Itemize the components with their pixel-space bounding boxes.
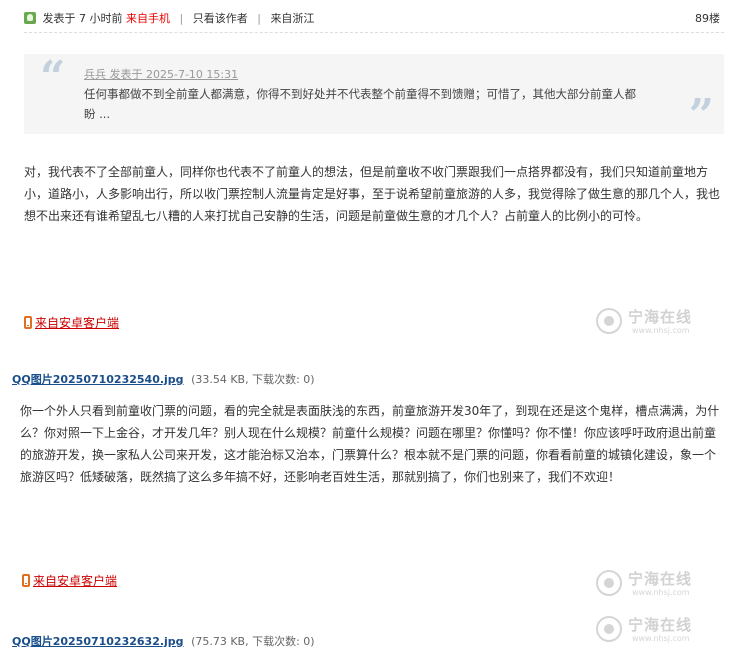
floor-number[interactable]: 89楼: [695, 10, 720, 28]
quote-text: 任何事都做不到全前童人都满意，你得不到好处并不代表整个前童得不到馈赠；可惜了，其…: [84, 87, 636, 121]
post-time: 发表于 7 小时前: [42, 12, 123, 25]
client-link-label[interactable]: 来自安卓客户端: [35, 316, 119, 330]
post-paragraph: 对，我代表不了全部前童人，同样你也代表不了前童人的想法，但是前童收不收门票跟我们…: [24, 165, 721, 223]
post-meta-bar: 发表于 7 小时前 来自手机 | 只看该作者 | 来自浙江 89楼: [24, 10, 720, 28]
mobile-phone-icon: [24, 316, 32, 329]
site-watermark: 宁海在线 www.nhsj.com: [594, 304, 724, 344]
quote-open-icon: “: [40, 52, 66, 103]
post-paragraph: 你一个外人只看到前童收门票的问题，看的完全就是表面肤浅的东西，前童旅游开发30年…: [20, 404, 720, 484]
attachment-item: QQ图片20250710232632.jpg (75.73 KB, 下载次数: …: [12, 634, 315, 650]
attachment-link[interactable]: QQ图片20250710232540.jpg: [12, 373, 184, 386]
location-label: 来自浙江: [270, 12, 315, 25]
online-status-icon: [24, 12, 36, 24]
only-author-link[interactable]: 只看该作者: [193, 12, 248, 25]
watermark-url: www.nhsj.com: [632, 326, 690, 335]
client-link-label[interactable]: 来自安卓客户端: [33, 574, 117, 588]
attachment-link[interactable]: QQ图片20250710232632.jpg: [12, 635, 184, 648]
site-watermark: 宁海在线 www.nhsj.com: [594, 612, 724, 652]
watermark-url: www.nhsj.com: [632, 588, 690, 597]
from-mobile-label[interactable]: 来自手机: [126, 12, 170, 25]
quote-header[interactable]: 兵兵 发表于 2025-7-10 15:31: [84, 66, 238, 82]
watermark-name: 宁海在线: [628, 308, 693, 326]
divider: [24, 32, 724, 33]
android-client-link[interactable]: 来自安卓客户端: [24, 315, 119, 331]
watermark-name: 宁海在线: [628, 570, 693, 588]
attachment-info: (33.54 KB, 下载次数: 0): [191, 373, 315, 386]
meta-separator: |: [257, 12, 261, 25]
site-logo-icon: [596, 616, 622, 642]
attachment-item: QQ图片20250710232540.jpg (33.54 KB, 下载次数: …: [12, 372, 315, 388]
quote-block: “ 兵兵 发表于 2025-7-10 15:31 任何事都做不到全前童人都满意，…: [24, 52, 724, 138]
android-client-link[interactable]: 来自安卓客户端: [22, 573, 117, 589]
site-logo-icon: [596, 570, 622, 596]
site-logo-icon: [596, 308, 622, 334]
site-watermark: 宁海在线 www.nhsj.com: [594, 566, 724, 606]
watermark-name: 宁海在线: [628, 616, 693, 634]
meta-separator: |: [179, 12, 184, 25]
quote-close-icon: ”: [688, 90, 714, 141]
watermark-url: www.nhsj.com: [632, 634, 690, 643]
attachment-info: (75.73 KB, 下载次数: 0): [191, 635, 315, 648]
mobile-phone-icon: [22, 574, 30, 587]
